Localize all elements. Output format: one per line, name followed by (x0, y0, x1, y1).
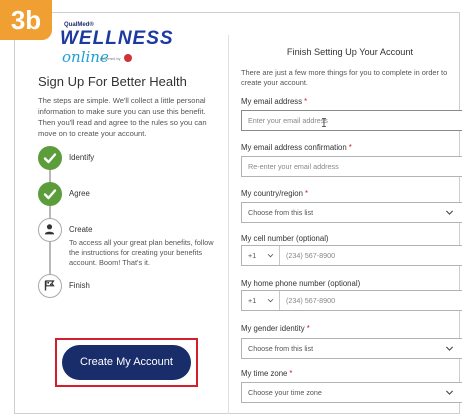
home-phone-field: +1 (234) 567-8900 (241, 290, 462, 311)
powered-by: powered by (100, 56, 121, 61)
step-label: Agree (69, 189, 90, 198)
cell-label: My cell number (optional) (241, 234, 329, 243)
country-select[interactable]: Choose from this list (241, 202, 462, 223)
brand-main: WELLNESS (60, 28, 174, 49)
create-account-button[interactable]: Create My Account (62, 345, 191, 380)
gender-select-value: Choose from this list (248, 344, 314, 353)
country-code-value: +1 (248, 296, 257, 305)
text-cursor-icon (322, 118, 326, 127)
step-label: Finish (69, 281, 90, 290)
home-phone-label: My home phone number (optional) (241, 279, 361, 288)
email-confirm-label: My email address confirmation * (241, 143, 352, 152)
signup-title: Sign Up For Better Health (38, 74, 187, 89)
email-confirm-field[interactable]: Re-enter your email address (241, 156, 462, 177)
check-icon (38, 182, 62, 206)
wellness-online-logo: QualMed® WELLNESS online powered by (58, 22, 178, 68)
chevron-down-icon (267, 298, 274, 303)
user-icon (38, 218, 62, 242)
step-label: Identify (69, 153, 95, 162)
signup-intro: The steps are simple. We'll collect a li… (38, 96, 207, 138)
timezone-select-value: Choose your time zone (248, 388, 322, 397)
gender-label: My gender identity * (241, 324, 310, 333)
chevron-down-icon (445, 390, 454, 395)
country-label: My country/region * (241, 189, 309, 198)
flag-icon (38, 274, 62, 298)
step-badge: 3b (0, 0, 52, 40)
cell-country-code-select[interactable]: +1 (242, 246, 280, 265)
cell-phone-field: +1 (234) 567-8900 (241, 245, 462, 266)
email-field[interactable]: Enter your email address (241, 110, 462, 131)
email-label: My email address * (241, 97, 308, 106)
cell-number-input[interactable]: (234) 567-8900 (286, 246, 335, 265)
chevron-down-icon (445, 210, 454, 215)
form-intro: There are just a few more things for you… (241, 68, 448, 87)
home-number-input[interactable]: (234) 567-8900 (286, 291, 335, 310)
step-label: Create (69, 225, 93, 234)
gender-select[interactable]: Choose from this list (241, 338, 462, 359)
country-select-value: Choose from this list (248, 208, 314, 217)
step-description: To access all your great plan benefits, … (69, 238, 214, 267)
form-title: Finish Setting Up Your Account (286, 47, 414, 57)
chevron-down-icon (267, 253, 274, 258)
panel-divider (228, 35, 229, 414)
check-icon (38, 146, 62, 170)
home-country-code-select[interactable]: +1 (242, 291, 280, 310)
partner-logo-icon (124, 54, 132, 62)
timezone-select[interactable]: Choose your time zone (241, 382, 462, 403)
country-code-value: +1 (248, 251, 257, 260)
timezone-label: My time zone * (241, 369, 293, 378)
chevron-down-icon (445, 346, 454, 351)
